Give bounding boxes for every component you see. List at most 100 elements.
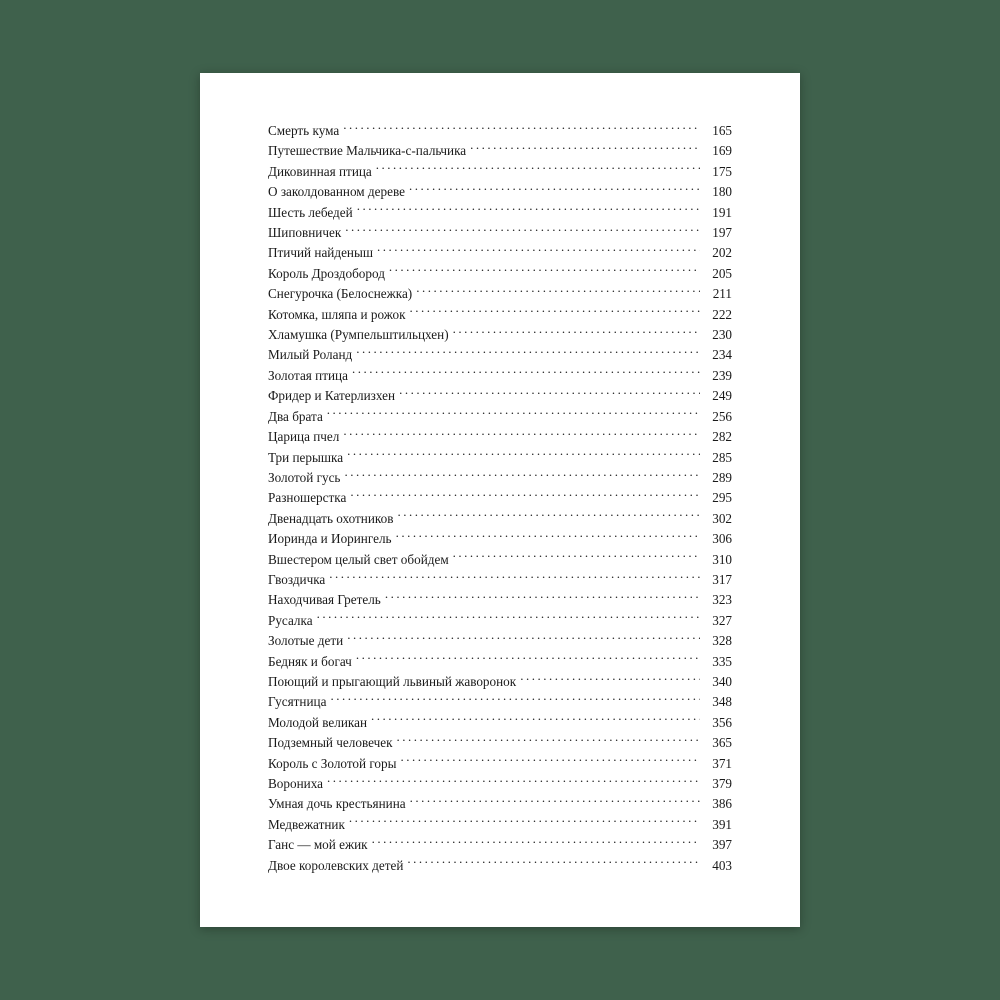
toc-page-number: 285: [704, 448, 732, 468]
toc-row: Золотая птица 239: [268, 366, 732, 386]
toc-leader-dots: [357, 203, 700, 216]
toc-page-number: 197: [704, 223, 732, 243]
toc-leader-dots: [409, 183, 700, 196]
toc-page-number: 169: [704, 141, 732, 161]
toc-title: Бедняк и богач: [268, 652, 352, 672]
toc-title: Шиповничек: [268, 223, 341, 243]
toc-title: Медвежатник: [268, 815, 345, 835]
toc-leader-dots: [389, 265, 700, 278]
toc-title: Два брата: [268, 407, 323, 427]
toc-page-number: 211: [704, 284, 732, 304]
toc-page-number: 365: [704, 733, 732, 753]
toc-row: Гвоздичка 317: [268, 570, 732, 590]
toc-title: О заколдованном дереве: [268, 182, 405, 202]
toc-row: Двое королевских детей403: [268, 856, 732, 876]
toc-page-number: 356: [704, 713, 732, 733]
toc-page-number: 403: [704, 856, 732, 876]
toc-title: Ворониха: [268, 774, 323, 794]
toc-leader-dots: [371, 714, 700, 727]
toc-page-number: 234: [704, 345, 732, 365]
toc-page-number: 371: [704, 754, 732, 774]
toc-row: Три перышка 285: [268, 448, 732, 468]
toc-row: Молодой великан356: [268, 713, 732, 733]
toc-title: Три перышка: [268, 448, 343, 468]
toc-title: Милый Роланд: [268, 345, 352, 365]
toc-row: Диковинная птица175: [268, 162, 732, 182]
toc-row: Шесть лебедей 191: [268, 203, 732, 223]
toc-leader-dots: [347, 632, 700, 645]
toc-page-number: 327: [704, 611, 732, 631]
toc-title: Король Дроздобород: [268, 264, 385, 284]
toc-page-number: 323: [704, 590, 732, 610]
toc-leader-dots: [350, 489, 700, 502]
toc-title: Ганс — мой ежик: [268, 835, 368, 855]
toc-title: Золотой гусь: [268, 468, 340, 488]
toc-row: Шиповничек 197: [268, 223, 732, 243]
toc-leader-dots: [385, 591, 700, 604]
toc-leader-dots: [399, 387, 700, 400]
toc-title: Разношерстка: [268, 488, 346, 508]
toc-row: Ганс — мой ежик 397: [268, 835, 732, 855]
toc-row: Царица пчел282: [268, 427, 732, 447]
toc-page-number: 256: [704, 407, 732, 427]
toc-row: Котомка, шляпа и рожок222: [268, 305, 732, 325]
toc-title: Умная дочь крестьянина: [268, 794, 406, 814]
toc-leader-dots: [453, 550, 700, 563]
toc-leader-dots: [397, 734, 700, 747]
toc-title: Гвоздичка: [268, 570, 325, 590]
toc-row: Два брата 256: [268, 407, 732, 427]
toc-leader-dots: [397, 510, 700, 523]
toc-row: Король с Золотой горы371: [268, 754, 732, 774]
toc-row: Путешествие Мальчика-с-пальчика169: [268, 141, 732, 161]
toc-row: Гусятница348: [268, 692, 732, 712]
toc-row: Снегурочка (Белоснежка) 211: [268, 284, 732, 304]
toc-title: Золотые дети: [268, 631, 343, 651]
toc-page-number: 191: [704, 203, 732, 223]
toc-leader-dots: [377, 244, 700, 257]
toc-page-number: 306: [704, 529, 732, 549]
toc-title: Двенадцать охотников: [268, 509, 393, 529]
toc-leader-dots: [520, 673, 700, 686]
toc-title: Диковинная птица: [268, 162, 372, 182]
toc-row: О заколдованном дереве 180: [268, 182, 732, 202]
toc-title: Гусятница: [268, 692, 326, 712]
toc-title: Царица пчел: [268, 427, 339, 447]
toc-page-number: 289: [704, 468, 732, 488]
toc-title: Хламушка (Румпельштильцхен): [268, 325, 449, 345]
toc-leader-dots: [327, 775, 700, 788]
toc-page-number: 180: [704, 182, 732, 202]
toc-page-number: 205: [704, 264, 732, 284]
toc-title: Смерть кума: [268, 121, 339, 141]
toc-row: Двенадцать охотников302: [268, 509, 732, 529]
toc-leader-dots: [343, 428, 700, 441]
toc-title: Поющий и прыгающий львиный жаворонок: [268, 672, 516, 692]
toc-page-number: 397: [704, 835, 732, 855]
toc-page-number: 239: [704, 366, 732, 386]
toc-leader-dots: [410, 305, 701, 318]
toc-page-number: 328: [704, 631, 732, 651]
toc-page-number: 202: [704, 243, 732, 263]
toc-page-number: 295: [704, 488, 732, 508]
toc-title: Шесть лебедей: [268, 203, 353, 223]
table-of-contents: Смерть кума165Путешествие Мальчика-с-пал…: [268, 121, 732, 876]
toc-title: Птичий найденыш: [268, 243, 373, 263]
toc-page-number: 386: [704, 794, 732, 814]
toc-row: Хламушка (Румпельштильцхен) 230: [268, 325, 732, 345]
toc-page-number: 230: [704, 325, 732, 345]
toc-row: Поющий и прыгающий львиный жаворонок340: [268, 672, 732, 692]
toc-page-number: 317: [704, 570, 732, 590]
toc-title: Снегурочка (Белоснежка): [268, 284, 412, 304]
toc-row: Смерть кума165: [268, 121, 732, 141]
toc-leader-dots: [317, 612, 700, 625]
toc-row: Ворониха379: [268, 774, 732, 794]
toc-leader-dots: [376, 163, 700, 176]
toc-title: Котомка, шляпа и рожок: [268, 305, 406, 325]
toc-leader-dots: [344, 469, 700, 482]
toc-title: Подземный человечек: [268, 733, 393, 753]
toc-leader-dots: [329, 571, 700, 584]
toc-page-number: 310: [704, 550, 732, 570]
toc-page-number: 335: [704, 652, 732, 672]
toc-title: Золотая птица: [268, 366, 348, 386]
toc-title: Находчивая Гретель: [268, 590, 381, 610]
toc-leader-dots: [407, 856, 700, 869]
